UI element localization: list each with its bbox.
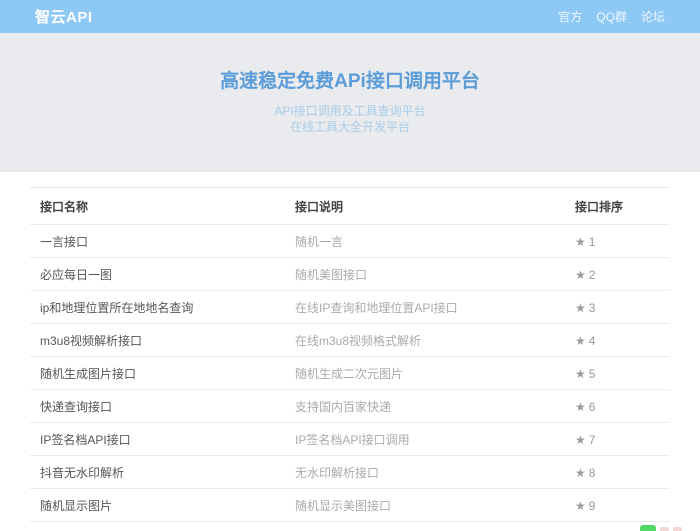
table-row[interactable]: ip和地理位置所在地地名查询 在线IP查询和地理位置API接口 ★3 — [30, 291, 670, 324]
api-description: 支持国内百家快递 — [285, 390, 565, 423]
api-description: 随机美图接口 — [285, 258, 565, 291]
api-order: ★2 — [565, 258, 670, 291]
green-pill-icon — [640, 525, 656, 531]
star-icon: ★ — [575, 433, 586, 447]
column-header-name: 接口名称 — [30, 188, 285, 225]
hero-subtitle-2: 在线工具大全开发平台 — [0, 119, 700, 135]
api-table-container: 接口名称 接口说明 接口排序 一言接口 随机一言 ★1 必应每日一图 随机美图接… — [30, 187, 670, 531]
api-order: ★7 — [565, 423, 670, 456]
api-description: 随机一言 — [285, 225, 565, 258]
order-number: 3 — [589, 301, 596, 315]
nav-link-official[interactable]: 官方 — [558, 8, 582, 25]
nav-link-qq-group[interactable]: QQ群 — [596, 8, 627, 25]
order-number: 1 — [589, 235, 596, 249]
api-name-link[interactable]: 随机生成图片接口 — [30, 357, 285, 390]
order-number: 2 — [589, 268, 596, 282]
table-header-row: 接口名称 接口说明 接口排序 — [30, 188, 670, 225]
table-row[interactable]: 必应每日一图 随机美图接口 ★2 — [30, 258, 670, 291]
api-name-link[interactable]: m3u8视频解析接口 — [30, 324, 285, 357]
order-number: 4 — [589, 334, 596, 348]
table-row[interactable]: 随机显示图片 随机显示美图接口 ★9 — [30, 489, 670, 522]
api-name-link[interactable]: 抖音无水印解析 — [30, 456, 285, 489]
column-header-desc: 接口说明 — [285, 188, 565, 225]
nav-links: 官方 QQ群 论坛 — [558, 8, 665, 25]
api-order: ★8 — [565, 456, 670, 489]
table-row[interactable]: 一言接口 随机一言 ★1 — [30, 225, 670, 258]
table-row[interactable]: 抖音无水印解析 无水印解析接口 ★8 — [30, 456, 670, 489]
star-icon: ★ — [575, 268, 586, 282]
table-row[interactable]: 随机生成图片接口 随机生成二次元图片 ★5 — [30, 357, 670, 390]
api-description: IP签名档API接口调用 — [285, 423, 565, 456]
star-icon: ★ — [575, 499, 586, 513]
top-navbar: 智云API 官方 QQ群 论坛 — [0, 0, 700, 33]
api-name-link[interactable]: 必应每日一图 — [30, 258, 285, 291]
api-order: ★6 — [565, 390, 670, 423]
api-order: ★3 — [565, 291, 670, 324]
hero-banner: 高速稳定免费APi接口调用平台 API接口调用及工具查询平台 在线工具大全开发平… — [0, 33, 700, 172]
star-icon: ★ — [575, 367, 586, 381]
api-description: 在线IP查询和地理位置API接口 — [285, 291, 565, 324]
faint-pill-icon — [673, 527, 682, 531]
api-description: 无水印解析接口 — [285, 456, 565, 489]
api-order: ★5 — [565, 357, 670, 390]
hero-subtitle-1: API接口调用及工具查询平台 — [0, 103, 700, 119]
table-row[interactable]: 快递查询接口 支持国内百家快递 ★6 — [30, 390, 670, 423]
api-description: 随机显示美图接口 — [285, 489, 565, 522]
api-name-link[interactable]: 千图网无水印解析 — [30, 522, 285, 531]
api-name-link[interactable]: 随机显示图片 — [30, 489, 285, 522]
api-description: 无水印解析接口 — [285, 522, 565, 531]
bottom-widget — [640, 525, 682, 531]
api-name-link[interactable]: ip和地理位置所在地地名查询 — [30, 291, 285, 324]
table-row[interactable]: m3u8视频解析接口 在线m3u8视频格式解析 ★4 — [30, 324, 670, 357]
order-number: 5 — [589, 367, 596, 381]
api-description: 在线m3u8视频格式解析 — [285, 324, 565, 357]
site-logo[interactable]: 智云API — [35, 6, 93, 27]
nav-link-forum[interactable]: 论坛 — [641, 8, 665, 25]
api-order: ★1 — [565, 225, 670, 258]
api-order: ★9 — [565, 489, 670, 522]
order-number: 9 — [589, 499, 596, 513]
order-number: 8 — [589, 466, 596, 480]
order-number: 7 — [589, 433, 596, 447]
api-name-link[interactable]: 一言接口 — [30, 225, 285, 258]
hero-title: 高速稳定免费APi接口调用平台 — [0, 66, 700, 93]
star-icon: ★ — [575, 301, 586, 315]
faint-pill-icon — [660, 527, 669, 531]
table-row[interactable]: IP签名档API接口 IP签名档API接口调用 ★7 — [30, 423, 670, 456]
api-name-link[interactable]: IP签名档API接口 — [30, 423, 285, 456]
api-order: ★4 — [565, 324, 670, 357]
api-description: 随机生成二次元图片 — [285, 357, 565, 390]
star-icon: ★ — [575, 235, 586, 249]
star-icon: ★ — [575, 334, 586, 348]
column-header-order: 接口排序 — [565, 188, 670, 225]
star-icon: ★ — [575, 466, 586, 480]
star-icon: ★ — [575, 400, 586, 414]
table-row[interactable]: 千图网无水印解析 无水印解析接口 ★10 — [30, 522, 670, 531]
api-table: 接口名称 接口说明 接口排序 一言接口 随机一言 ★1 必应每日一图 随机美图接… — [30, 187, 670, 531]
api-name-link[interactable]: 快递查询接口 — [30, 390, 285, 423]
order-number: 6 — [589, 400, 596, 414]
